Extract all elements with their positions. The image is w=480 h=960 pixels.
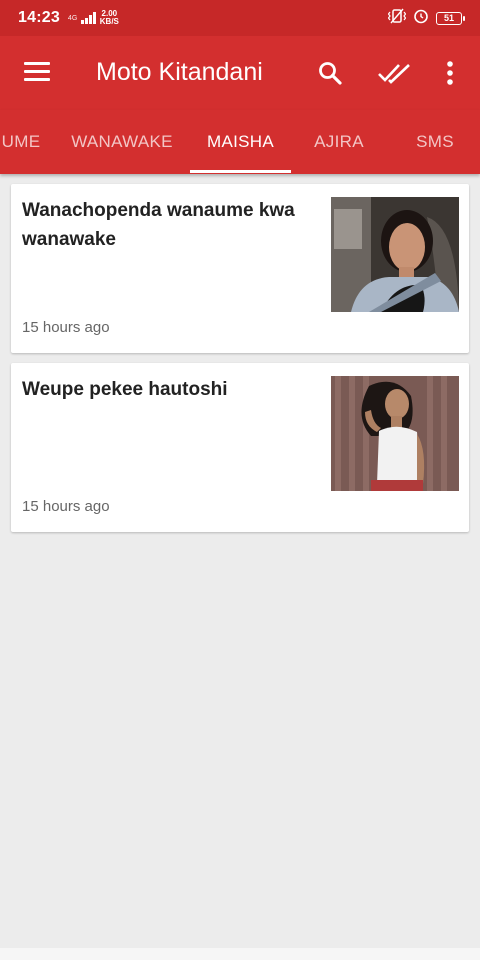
app-title: Moto Kitandani bbox=[96, 58, 263, 86]
bottom-strip bbox=[0, 948, 480, 960]
category-tabs: UME WANAWAKE MAISHA AJIRA SMS bbox=[0, 110, 480, 174]
hamburger-menu-icon[interactable] bbox=[24, 62, 50, 82]
vibrate-icon bbox=[387, 8, 407, 29]
speed-unit: KB/S bbox=[99, 17, 119, 26]
signal-icon bbox=[81, 12, 96, 24]
double-check-icon[interactable] bbox=[377, 56, 411, 90]
tab-label: UME bbox=[1, 132, 41, 151]
status-time: 14:23 bbox=[18, 9, 60, 26]
article-card[interactable]: Weupe pekee hautoshi 15 hours ago bbox=[11, 363, 469, 532]
network-speed: 2.00 KB/S bbox=[100, 10, 119, 26]
network-type: 4G bbox=[67, 14, 78, 22]
article-thumbnail bbox=[331, 376, 459, 491]
more-vert-icon[interactable] bbox=[433, 56, 467, 90]
tab-label: MAISHA bbox=[207, 132, 274, 151]
article-card[interactable]: Wanachopenda wanaume kwa wanawake 15 hou… bbox=[11, 184, 469, 353]
tab-label: SMS bbox=[416, 132, 454, 151]
battery-level: 51 bbox=[443, 12, 454, 23]
network-indicator: 4G 2.00 KB/S bbox=[68, 10, 119, 26]
article-time: 15 hours ago bbox=[22, 498, 110, 515]
status-bar: 14:23 4G 2.00 KB/S 51 bbox=[0, 0, 480, 36]
battery-icon: 51 bbox=[436, 11, 465, 25]
search-icon[interactable] bbox=[313, 56, 347, 90]
tab-ume[interactable]: UME bbox=[0, 110, 46, 174]
article-headline: Wanachopenda wanaume kwa wanawake bbox=[22, 200, 295, 250]
alarm-icon bbox=[413, 8, 429, 29]
tab-ajira[interactable]: AJIRA bbox=[306, 110, 372, 174]
tab-sms[interactable]: SMS bbox=[404, 110, 466, 174]
article-headline: Weupe pekee hautoshi bbox=[22, 379, 228, 400]
app-bar: Moto Kitandani bbox=[0, 36, 480, 110]
article-time: 15 hours ago bbox=[22, 319, 110, 336]
tab-label: WANAWAKE bbox=[71, 132, 173, 151]
article-thumbnail bbox=[331, 197, 459, 312]
tab-wanawake[interactable]: WANAWAKE bbox=[66, 110, 178, 174]
tab-maisha[interactable]: MAISHA bbox=[190, 110, 291, 174]
active-tab-indicator bbox=[190, 170, 291, 173]
tab-label: AJIRA bbox=[314, 132, 364, 151]
